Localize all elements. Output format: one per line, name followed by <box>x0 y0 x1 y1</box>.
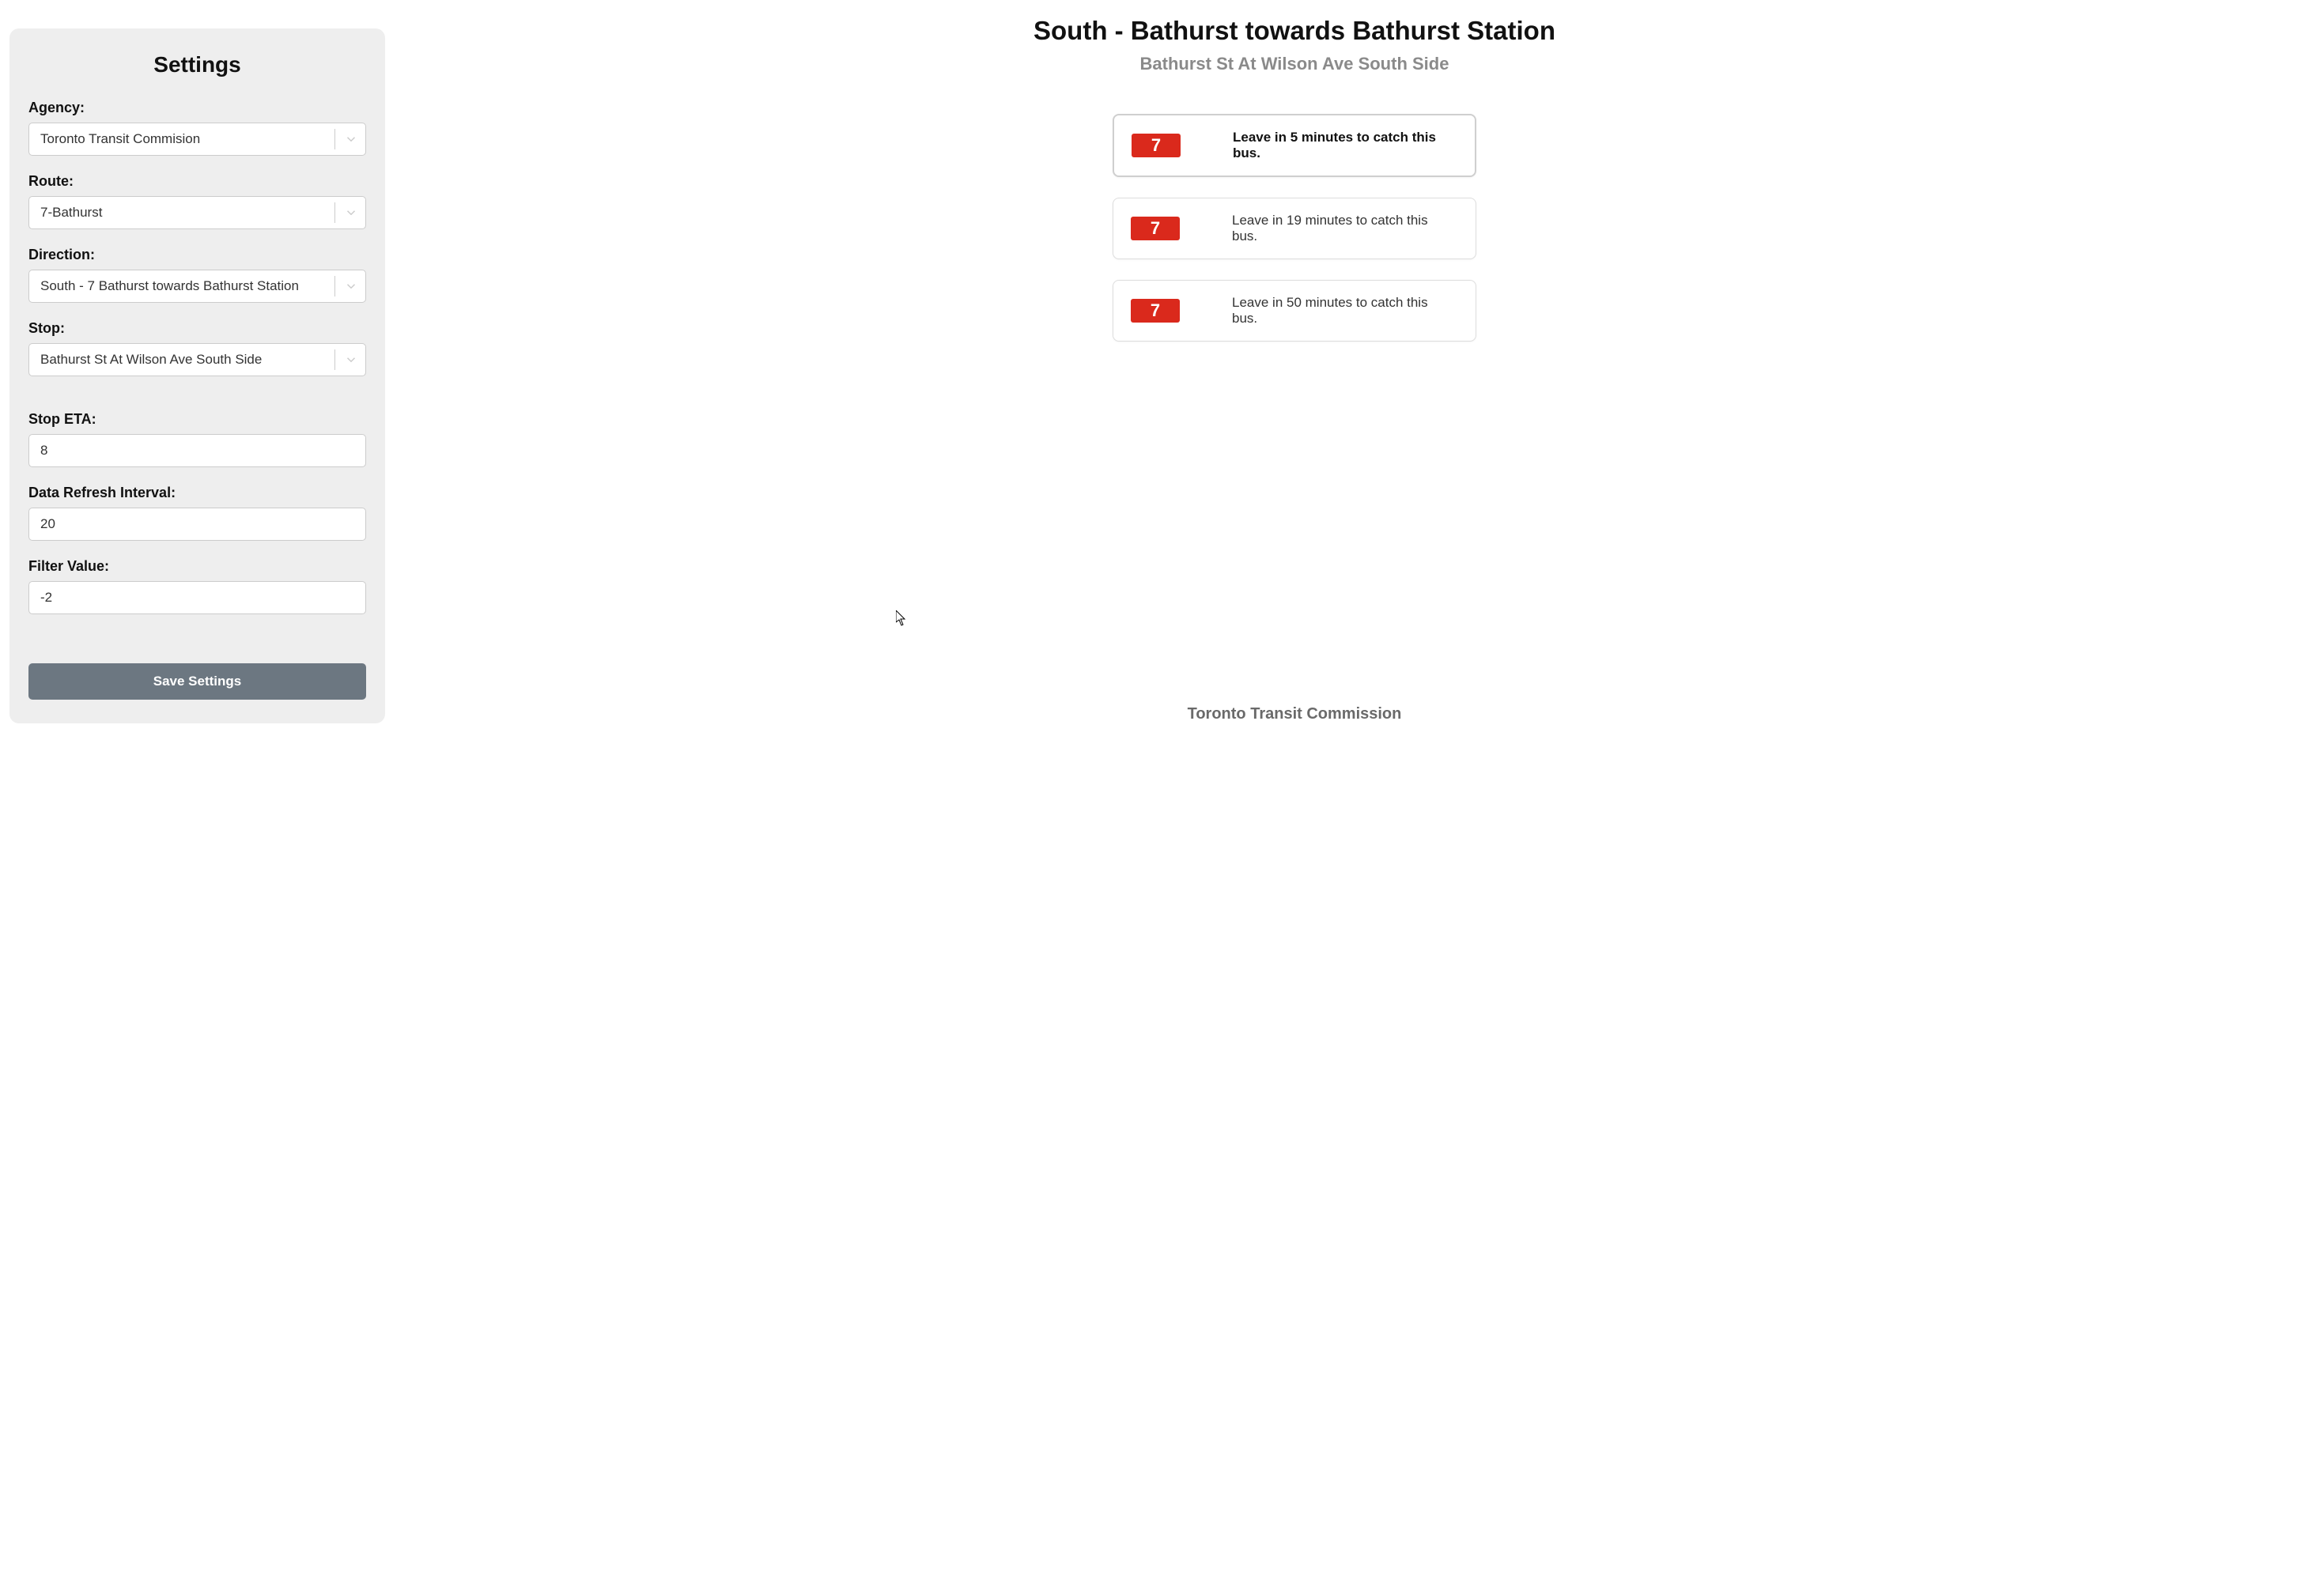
filter-field: Filter Value: <box>28 558 366 614</box>
filter-label: Filter Value: <box>28 558 366 575</box>
predictions-list: 7 Leave in 5 minutes to catch this bus. 7 L… <box>417 114 2172 342</box>
leave-text: Leave in 50 minutes to catch this bus. <box>1232 295 1442 327</box>
route-select-input[interactable] <box>28 196 366 229</box>
agency-select[interactable] <box>28 123 366 156</box>
refresh-input[interactable] <box>28 508 366 541</box>
prediction-card: 7 Leave in 50 minutes to catch this bus. <box>1113 280 1476 342</box>
prediction-card: 7 Leave in 5 minutes to catch this bus. <box>1113 114 1476 177</box>
stop-field: Stop: <box>28 320 366 376</box>
route-badge: 7 <box>1131 217 1180 240</box>
settings-title: Settings <box>28 52 366 77</box>
agency-footer: Toronto Transit Commission <box>417 674 2172 723</box>
route-badge: 7 <box>1131 299 1180 323</box>
stop-eta-input[interactable] <box>28 434 366 467</box>
direction-label: Direction: <box>28 247 366 263</box>
agency-field: Agency: <box>28 100 366 156</box>
stop-select-input[interactable] <box>28 343 366 376</box>
prediction-card: 7 Leave in 19 minutes to catch this bus. <box>1113 198 1476 259</box>
settings-panel: Settings Agency: Route: Direction: Stop <box>9 28 385 723</box>
direction-select[interactable] <box>28 270 366 303</box>
stop-label: Stop: <box>28 320 366 337</box>
refresh-field: Data Refresh Interval: <box>28 485 366 541</box>
leave-text: Leave in 5 minutes to catch this bus. <box>1233 130 1442 161</box>
filter-input[interactable] <box>28 581 366 614</box>
agency-label: Agency: <box>28 100 366 116</box>
stop-eta-label: Stop ETA: <box>28 411 366 428</box>
route-label: Route: <box>28 173 366 190</box>
direction-title: South - Bathurst towards Bathurst Statio… <box>417 16 2172 46</box>
save-settings-button[interactable]: Save Settings <box>28 663 366 700</box>
route-select[interactable] <box>28 196 366 229</box>
stop-name: Bathurst St At Wilson Ave South Side <box>417 54 2172 74</box>
leave-text: Leave in 19 minutes to catch this bus. <box>1232 213 1442 244</box>
agency-select-input[interactable] <box>28 123 366 156</box>
main-content: South - Bathurst towards Bathurst Statio… <box>417 28 2315 723</box>
route-field: Route: <box>28 173 366 229</box>
direction-select-input[interactable] <box>28 270 366 303</box>
route-badge: 7 <box>1132 134 1181 157</box>
stop-select[interactable] <box>28 343 366 376</box>
direction-field: Direction: <box>28 247 366 303</box>
refresh-label: Data Refresh Interval: <box>28 485 366 501</box>
stop-eta-field: Stop ETA: <box>28 411 366 467</box>
